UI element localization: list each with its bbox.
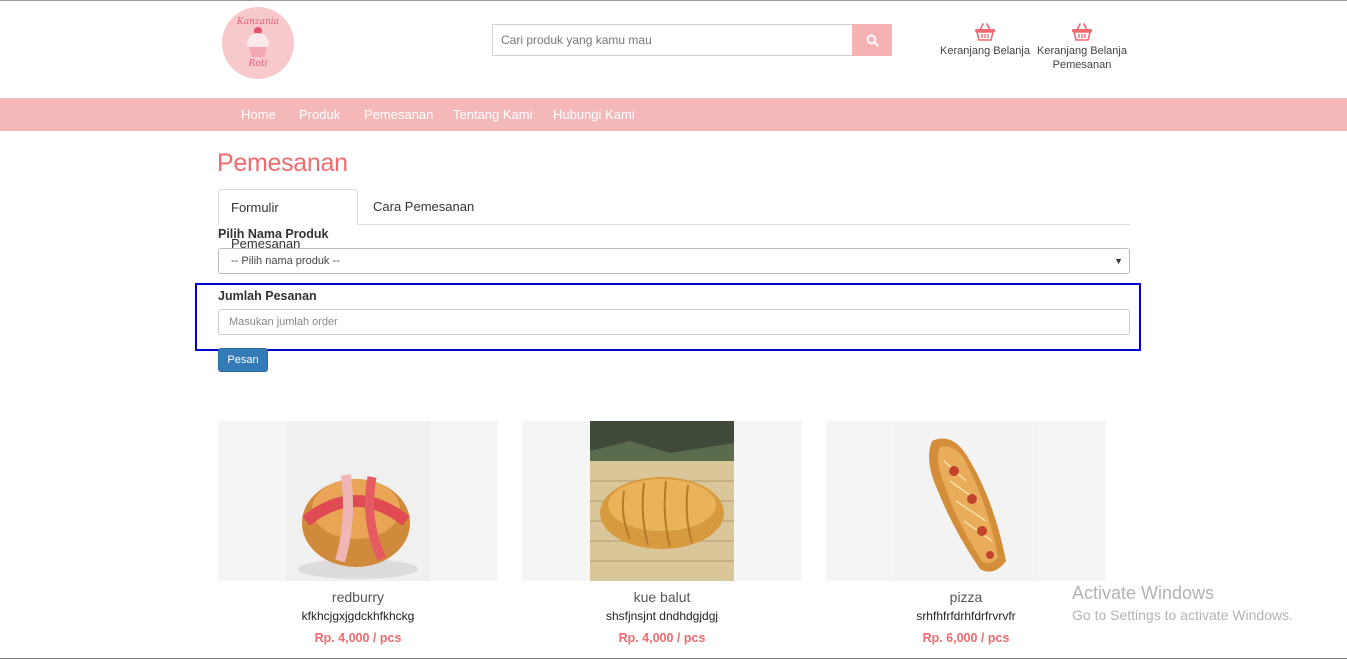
cart-order-link[interactable]: Keranjang Belanja Pemesanan [1034, 23, 1130, 72]
product-price: Rp. 4,000 / pcs [618, 631, 706, 645]
logo-text-bottom: Roti [248, 59, 268, 69]
qty-label: Jumlah Pesanan [218, 289, 317, 303]
cupcake-base-icon [249, 47, 267, 57]
product-price: Rp. 4,000 / pcs [314, 631, 402, 645]
dropdown-arrow-icon: ▼ [1114, 256, 1123, 266]
nav-item-tentang-kami[interactable]: Tentang Kami [453, 98, 533, 131]
product-image[interactable] [522, 421, 802, 581]
nav-item-produk[interactable]: Produk [299, 98, 340, 131]
product-photo-kue-balut [590, 421, 734, 581]
product-name[interactable]: redburry [218, 589, 498, 605]
nav-item-home[interactable]: Home [241, 98, 276, 131]
cart-order-label-line2: Pemesanan [1052, 59, 1112, 71]
order-tabs: Formulir Pemesanan Cara Pemesanan [218, 189, 1130, 251]
submit-order-button[interactable]: Pesan [218, 348, 268, 372]
product-select[interactable]: -- Pilih nama produk -- ▼ [218, 248, 1130, 274]
main-nav: Home Produk Pemesanan Tentang Kami Hubun… [0, 98, 1347, 131]
product-name[interactable]: pizza [826, 589, 1106, 605]
site-logo[interactable]: Kanzania Roti [222, 7, 294, 79]
product-description: srhfhfrfdrhfdrfrvrvfr [916, 609, 1016, 623]
search-input[interactable] [492, 24, 852, 56]
page-title: Pemesanan [217, 149, 348, 177]
tab-cara-pemesanan[interactable]: Cara Pemesanan [361, 189, 486, 225]
qty-input[interactable] [218, 309, 1130, 335]
cart-order-label-line1: Keranjang Belanja [1037, 45, 1127, 57]
product-price: Rp. 6,000 / pcs [922, 631, 1010, 645]
product-description: shsfjnsjnt dndhdgjdgj [605, 609, 719, 623]
product-select-label: Pilih Nama Produk [218, 227, 329, 241]
activation-watermark: Activate Windows Go to Settings to activ… [1072, 583, 1293, 623]
product-photo-pizza [894, 421, 1038, 581]
product-card[interactable]: redburry kfkhcjgxjgdckhfkhckg Rp. 4,000 … [218, 421, 498, 645]
product-description: kfkhcjgxjgdckhfkhckg [301, 609, 415, 623]
watermark-subtitle: Go to Settings to activate Windows. [1072, 607, 1293, 623]
cart-basket-label: Keranjang Belanja [940, 45, 1030, 57]
nav-item-hubungi-kami[interactable]: Hubungi Kami [553, 98, 635, 131]
nav-item-pemesanan[interactable]: Pemesanan [364, 98, 433, 131]
product-name[interactable]: kue balut [522, 589, 802, 605]
search-bar [492, 24, 892, 56]
watermark-title: Activate Windows [1072, 583, 1215, 603]
product-select-value: -- Pilih nama produk -- [231, 255, 340, 267]
search-button[interactable] [852, 24, 892, 56]
basket-icon [1072, 23, 1092, 41]
logo-text-top: Kanzania [236, 17, 280, 27]
product-card[interactable]: kue balut shsfjnsjnt dndhdgjdgj Rp. 4,00… [522, 421, 802, 645]
product-photo-redburry [286, 421, 430, 581]
tab-formulir-pemesanan[interactable]: Formulir Pemesanan [218, 189, 358, 251]
basket-icon [975, 23, 995, 41]
cupcake-icon [247, 33, 269, 47]
search-icon [866, 34, 879, 47]
product-image[interactable] [218, 421, 498, 581]
product-image[interactable] [826, 421, 1106, 581]
product-card[interactable]: pizza srhfhfrfdrhfdrfrvrvfr Rp. 6,000 / … [826, 421, 1106, 645]
cart-basket-link[interactable]: Keranjang Belanja [938, 23, 1032, 58]
